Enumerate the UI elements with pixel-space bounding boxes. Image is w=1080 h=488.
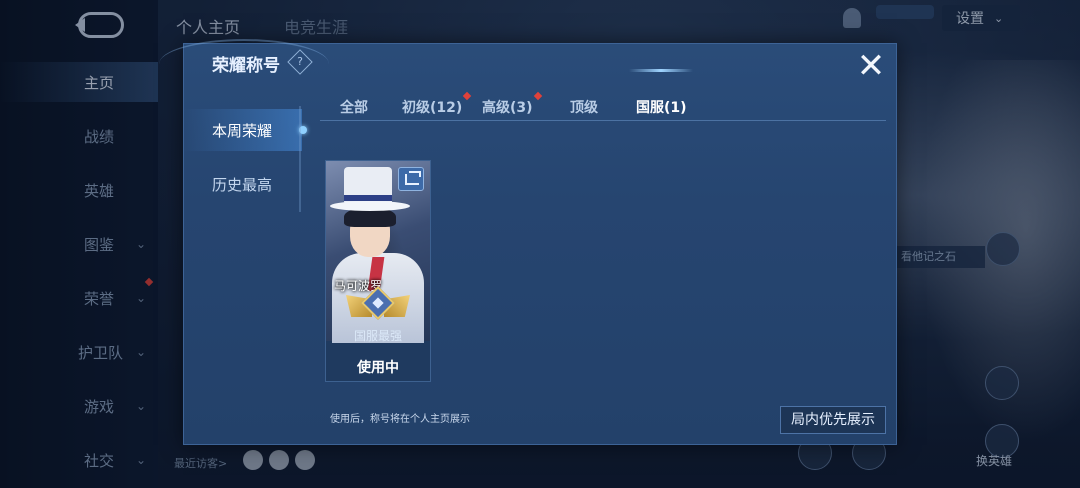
tab-senior[interactable]: 高级(3) [482, 91, 542, 117]
close-button[interactable]: ✕ [856, 49, 886, 83]
side-item-this-week[interactable]: 本周荣耀 [184, 109, 307, 151]
notification-dot [533, 91, 542, 101]
tab-all[interactable]: 全部 [340, 97, 368, 117]
side-divider [299, 106, 301, 212]
priority-display-button[interactable]: 局内优先展示 [780, 406, 886, 434]
tab-national[interactable]: 国服(1) [636, 97, 687, 117]
title-card[interactable]: 马可波罗 国服最强 使用中 [325, 160, 431, 382]
card-status: 使用中 [357, 360, 399, 376]
share-icon[interactable] [398, 167, 424, 191]
hint-text: 使用后，称号将在个人主页展示 [330, 414, 470, 425]
tab-top[interactable]: 顶级 [570, 97, 598, 117]
honor-title-modal: 荣耀称号 ? ✕ 本周荣耀 历史最高 全部 初级(12) 高级(3) 顶级 国服… [159, 39, 897, 445]
modal-title: 荣耀称号 [212, 56, 280, 76]
rank-emblem-icon [346, 286, 410, 325]
tabs-divider [320, 120, 886, 121]
side-item-history-best[interactable]: 历史最高 [184, 163, 302, 205]
notification-dot [463, 91, 472, 101]
filter-tabs: 全部 初级(12) 高级(3) 顶级 国服(1) [320, 91, 886, 122]
card-title-text: 国服最强 [353, 329, 402, 343]
tab-junior[interactable]: 初级(12) [402, 91, 472, 117]
active-tab-indicator [629, 69, 693, 72]
